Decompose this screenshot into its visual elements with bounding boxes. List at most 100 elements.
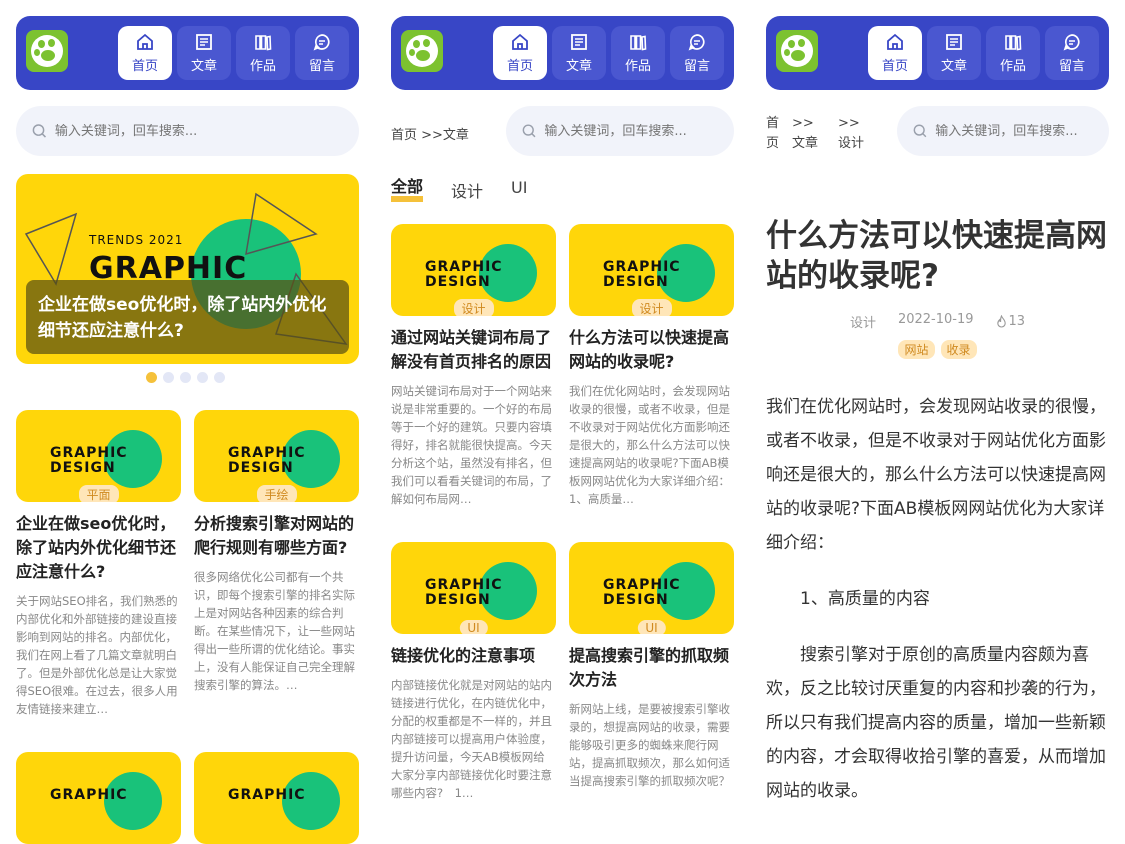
search-input[interactable] xyxy=(54,123,359,139)
banner-carousel[interactable]: TRENDS 2021 GRAPHIC 企业在做seo优化时，除了站内外优化细节… xyxy=(16,174,359,364)
article-summary: 内部链接优化就是对网站的站内链接进行优化，在内链优化中，分配的权重都是不一样的，… xyxy=(391,678,552,800)
article-category[interactable]: 设计 xyxy=(850,312,876,331)
column-articles: 首页 文章 作品 留言 首页 >>文章 全部 设计 UI GRA xyxy=(391,16,734,800)
nav-works[interactable]: 作品 xyxy=(236,26,290,80)
category-tag: UI xyxy=(459,620,488,634)
carousel-dot[interactable] xyxy=(180,372,191,383)
article-thumbnail: GRAPHIC DESIGN 设计 xyxy=(569,224,734,316)
search-bar[interactable] xyxy=(897,106,1109,156)
thumb-line1-text: GRAPHIC xyxy=(50,787,128,803)
breadcrumb-articles[interactable]: >>文章 xyxy=(792,114,826,154)
breadcrumb-design[interactable]: >>设计 xyxy=(838,114,872,154)
carousel-dot[interactable] xyxy=(163,372,174,383)
article-summary: 新网站上线，是要被搜索引擎收录的，想提高网站的收录，需要能够吸引更多的蜘蛛来爬行… xyxy=(569,702,730,788)
thumb-line2-text: DESIGN xyxy=(603,274,669,290)
article-card[interactable]: GRAPHIC DESIGN UI 提高搜索引擎的抓取频次方法 新网站上线，是要… xyxy=(569,542,734,790)
article-card[interactable]: GRAPHIC DESIGN 设计 通过网站关键词布局了解没有首页排名的原因 网… xyxy=(391,224,556,508)
carousel-dot[interactable] xyxy=(214,372,225,383)
article-icon xyxy=(571,34,587,50)
works-icon xyxy=(630,35,647,51)
nav-home[interactable]: 首页 xyxy=(493,26,547,80)
site-header: 首页 文章 作品 留言 xyxy=(391,16,734,90)
breadcrumb[interactable]: 首页 >>文章 xyxy=(391,124,469,143)
nav-works[interactable]: 作品 xyxy=(611,26,665,80)
article-card[interactable]: GRAPHIC DESIGN 平面 企业在做seo优化时，除了站内外优化细节还应… xyxy=(16,410,181,718)
site-header: 首页 文章 作品 留言 xyxy=(766,16,1109,90)
nav-articles[interactable]: 文章 xyxy=(552,26,606,80)
nav-home[interactable]: 首页 xyxy=(868,26,922,80)
article-thumbnail[interactable]: GRAPHIC xyxy=(16,752,181,844)
nav-articles-label: 文章 xyxy=(565,59,592,74)
thumb-line1-text: GRAPHIC xyxy=(50,445,128,461)
search-bar[interactable] xyxy=(16,106,359,156)
nav-works-label: 作品 xyxy=(249,59,276,74)
carousel-dot-active[interactable] xyxy=(146,372,157,383)
article-likes[interactable]: 13 xyxy=(996,312,1026,331)
thumb-line1-text: GRAPHIC xyxy=(603,577,681,593)
nav-home-label: 首页 xyxy=(131,59,158,74)
site-logo[interactable] xyxy=(26,30,68,72)
keyword-tags: 网站 收录 xyxy=(766,340,1109,359)
thumb-line1-text: GRAPHIC xyxy=(425,577,503,593)
nav-messages[interactable]: 留言 xyxy=(1045,26,1099,80)
article-title[interactable]: 企业在做seo优化时，除了站内外优化细节还应注意什么? xyxy=(16,512,181,584)
nav-messages-label: 留言 xyxy=(308,59,335,74)
article-title[interactable]: 分析搜索引擎对网站的爬行规则有哪些方面? xyxy=(194,512,359,560)
nav-works[interactable]: 作品 xyxy=(986,26,1040,80)
nav-articles-label: 文章 xyxy=(940,59,967,74)
filter-all[interactable]: 全部 xyxy=(391,178,424,202)
article-body: 我们在优化网站时，会发现网站收录的很慢，或者不收录，但是不收录对于网站优化方面影… xyxy=(766,390,1109,808)
article-thumbnail[interactable]: GRAPHIC xyxy=(194,752,359,844)
article-title[interactable]: 通过网站关键词布局了解没有首页排名的原因 xyxy=(391,326,556,374)
search-input[interactable] xyxy=(544,123,734,139)
article-thumbnail: GRAPHIC DESIGN UI xyxy=(569,542,734,634)
site-logo[interactable] xyxy=(776,30,818,72)
thumb-line2-text: DESIGN xyxy=(425,592,491,608)
thumb-line1-text: GRAPHIC xyxy=(425,259,503,275)
works-icon xyxy=(1005,35,1022,51)
nav-articles[interactable]: 文章 xyxy=(927,26,981,80)
message-icon xyxy=(688,34,705,51)
carousel-dots xyxy=(146,372,225,383)
keyword-tag[interactable]: 网站 xyxy=(898,340,935,359)
banner-caption: 企业在做seo优化时，除了站内外优化细节还应注意什么? xyxy=(26,280,349,354)
category-tag: 设计 xyxy=(453,299,494,316)
filter-ui[interactable]: UI xyxy=(511,178,527,202)
carousel-dot[interactable] xyxy=(197,372,208,383)
breadcrumb: 首页 >>文章 >>设计 xyxy=(766,114,886,154)
nav-messages[interactable]: 留言 xyxy=(670,26,724,80)
main-nav: 首页 文章 作品 留言 xyxy=(118,26,349,80)
search-icon xyxy=(32,124,47,138)
article-paragraph: 搜索引擎对于原创的高质量内容颇为喜欢，反之比较讨厌重复的内容和抄袭的行为，所以只… xyxy=(766,645,1106,801)
article-thumbnail: GRAPHIC DESIGN 设计 xyxy=(391,224,556,316)
article-title[interactable]: 什么方法可以快速提高网站的收录呢? xyxy=(569,326,734,374)
nav-works-label: 作品 xyxy=(999,59,1026,74)
article-title[interactable]: 提高搜索引擎的抓取频次方法 xyxy=(569,644,734,692)
thumb-line2-text: DESIGN xyxy=(603,592,669,608)
search-input[interactable] xyxy=(935,123,1109,139)
article-date: 2022-10-19 xyxy=(897,312,974,327)
article-summary: 很多网络优化公司都有一个共识，即每个搜索引擎的排名实际上是对网站各种因素的综合判… xyxy=(194,570,355,692)
nav-home[interactable]: 首页 xyxy=(118,26,172,80)
nav-messages[interactable]: 留言 xyxy=(295,26,349,80)
likes-count: 13 xyxy=(1008,314,1026,329)
banner-title: 企业在做seo优化时，除了站内外优化细节还应注意什么? xyxy=(38,295,327,341)
breadcrumb-home[interactable]: 首页 xyxy=(766,114,780,154)
article-summary: 网站关键词布局对于一个网站来说是非常重要的。一个好的布局等于一个好的建筑。只要内… xyxy=(391,384,552,506)
article-title[interactable]: 链接优化的注意事项 xyxy=(391,644,556,668)
article-icon xyxy=(196,34,212,50)
article-card[interactable]: GRAPHIC DESIGN UI 链接优化的注意事项 内部链接优化就是对网站的… xyxy=(391,542,556,802)
site-logo[interactable] xyxy=(401,30,443,72)
search-bar[interactable] xyxy=(506,106,734,156)
article-card[interactable]: GRAPHIC DESIGN 设计 什么方法可以快速提高网站的收录呢? 我们在优… xyxy=(569,224,734,508)
nav-articles[interactable]: 文章 xyxy=(177,26,231,80)
nav-messages-label: 留言 xyxy=(683,59,710,74)
filter-design[interactable]: 设计 xyxy=(451,178,483,202)
keyword-tag[interactable]: 收录 xyxy=(940,340,977,359)
article-thumbnail: GRAPHIC DESIGN UI xyxy=(391,542,556,634)
article-paragraph: 我们在优化网站时，会发现网站收录的很慢，或者不收录，但是不收录对于网站优化方面影… xyxy=(766,397,1106,553)
article-card[interactable]: GRAPHIC DESIGN 手绘 分析搜索引擎对网站的爬行规则有哪些方面? 很… xyxy=(194,410,359,712)
nav-home-label: 首页 xyxy=(506,59,533,74)
category-tag: 平面 xyxy=(78,485,119,502)
message-icon xyxy=(313,34,330,51)
